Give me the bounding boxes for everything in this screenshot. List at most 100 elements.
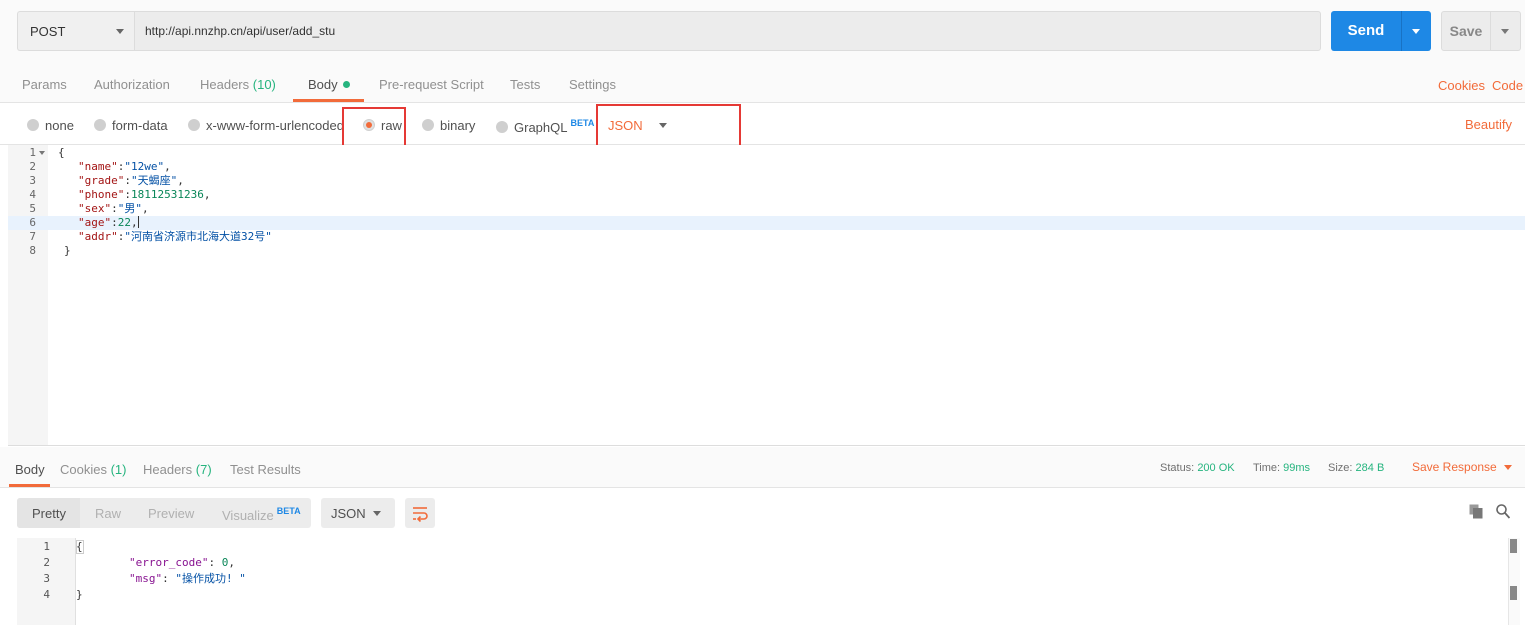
code-line: 5 "sex":"男",	[8, 202, 1525, 216]
view-pretty-button[interactable]: Pretty	[32, 506, 66, 521]
tab-params[interactable]: Params	[22, 77, 67, 92]
code-line: 1 {	[17, 539, 1507, 555]
status-readout: Status: 200 OK	[1160, 462, 1235, 474]
line-number: 1	[29, 146, 36, 159]
code-line: 1 {	[8, 146, 1525, 160]
size-value[interactable]: 284 B	[1356, 462, 1385, 474]
request-tabs: Params Authorization Headers (10) Body P…	[0, 62, 1525, 103]
tab-authorization[interactable]: Authorization	[94, 77, 170, 92]
copy-icon[interactable]	[1469, 504, 1483, 519]
time-readout: Time: 99ms	[1253, 462, 1310, 474]
response-tab-headers[interactable]: Headers (7)	[143, 462, 212, 477]
size-readout: Size: 284 B	[1328, 462, 1384, 474]
response-tab-cookies-label: Cookies	[60, 462, 107, 477]
body-type-row: none form-data x-www-form-urlencoded raw…	[0, 104, 1525, 145]
tab-prerequest-script[interactable]: Pre-request Script	[379, 77, 484, 92]
code-text: "phone":18112531236,	[78, 188, 211, 201]
tab-settings[interactable]: Settings	[569, 77, 616, 92]
cookies-link[interactable]: Cookies	[1438, 78, 1485, 93]
search-icon[interactable]	[1496, 504, 1510, 519]
code-text: "msg": "操作成功! "	[129, 572, 246, 585]
body-type-form-data-label: form-data	[112, 118, 168, 133]
active-tab-indicator	[9, 484, 50, 487]
beautify-link[interactable]: Beautify	[1465, 117, 1512, 132]
code-line: 3 "grade":"天蝎座",	[8, 174, 1525, 188]
line-number: 8	[29, 244, 36, 257]
method-label: POST	[30, 24, 66, 39]
tab-body[interactable]: Body	[308, 77, 350, 92]
annotation-box-json	[596, 104, 741, 149]
chevron-down-icon	[1412, 29, 1420, 34]
send-button[interactable]: Send	[1331, 11, 1401, 51]
view-raw-button[interactable]: Raw	[95, 506, 121, 521]
editor-divider[interactable]	[8, 445, 1525, 446]
response-tab-test-results[interactable]: Test Results	[230, 462, 301, 477]
save-button[interactable]: Save	[1441, 11, 1491, 51]
method-select[interactable]: POST	[17, 11, 134, 51]
tab-body-label: Body	[308, 77, 338, 92]
body-type-graphql[interactable]: GraphQL BETA	[496, 118, 594, 135]
line-number: 4	[29, 188, 36, 201]
save-dropdown-button[interactable]	[1491, 11, 1521, 51]
line-number: 2	[29, 160, 36, 173]
line-number: 3	[29, 174, 36, 187]
response-tab-headers-count: (7)	[195, 462, 212, 477]
body-type-binary[interactable]: binary	[422, 118, 475, 133]
size-label: Size:	[1328, 462, 1353, 474]
body-type-binary-label: binary	[440, 118, 476, 133]
body-type-graphql-label: GraphQL	[514, 120, 568, 135]
response-toolbar: Pretty Raw Preview Visualize BETA JSON	[0, 488, 1525, 538]
tab-headers[interactable]: Headers (10)	[200, 77, 276, 92]
body-type-urlencoded-label: x-www-form-urlencoded	[206, 118, 344, 133]
response-format-select[interactable]: JSON	[321, 498, 395, 528]
active-tab-indicator	[293, 99, 364, 102]
open-brace: {	[58, 146, 65, 159]
code-text: "age":22,	[78, 216, 139, 229]
radio-icon	[27, 119, 39, 131]
response-tab-body[interactable]: Body	[15, 462, 45, 477]
code-link[interactable]: Code	[1492, 78, 1523, 93]
line-number: 7	[29, 230, 36, 243]
line-number: 4	[43, 588, 50, 601]
url-input[interactable]	[134, 11, 1321, 51]
radio-icon	[422, 119, 434, 131]
request-body-editor[interactable]: 1 { 2 "name":"12we", 3 "grade":"天蝎座", 4 …	[8, 145, 1525, 445]
chevron-down-icon	[1503, 465, 1512, 470]
line-number: 3	[43, 572, 50, 585]
body-type-form-data[interactable]: form-data	[94, 118, 168, 133]
code-line: 8 }	[8, 244, 1525, 258]
tab-tests[interactable]: Tests	[510, 77, 540, 92]
response-tab-cookies-count: (1)	[110, 462, 127, 477]
response-tab-headers-label: Headers	[143, 462, 193, 477]
code-line: 7 "addr":"河南省济源市北海大道32号"	[8, 230, 1525, 244]
close-brace: }	[76, 588, 83, 601]
response-tab-cookies[interactable]: Cookies (1)	[60, 462, 126, 477]
view-preview-button[interactable]: Preview	[148, 506, 194, 521]
wrap-lines-button[interactable]	[405, 498, 435, 528]
status-value[interactable]: 200 OK	[1197, 462, 1234, 474]
scrollbar-marker	[1510, 539, 1517, 553]
line-number: 2	[43, 556, 50, 569]
body-type-none-label: none	[45, 118, 74, 133]
code-line: 2 "name":"12we",	[8, 160, 1525, 174]
radio-icon	[94, 119, 106, 131]
open-brace: {	[76, 540, 83, 553]
beta-badge: BETA	[570, 118, 595, 128]
view-visualize-button[interactable]: Visualize BETA	[222, 506, 301, 523]
scrollbar-marker	[1510, 586, 1517, 600]
line-number: 5	[29, 202, 36, 215]
chevron-down-icon	[373, 511, 381, 516]
save-response-button[interactable]: Save Response	[1412, 460, 1512, 474]
code-text: "addr":"河南省济源市北海大道32号"	[78, 230, 272, 243]
body-type-urlencoded[interactable]: x-www-form-urlencoded	[188, 118, 344, 133]
time-value[interactable]: 99ms	[1283, 462, 1310, 474]
radio-icon	[496, 121, 508, 133]
code-text: "name":"12we",	[78, 160, 171, 173]
fold-arrow-icon[interactable]	[39, 151, 45, 155]
send-dropdown-button[interactable]	[1401, 11, 1431, 51]
body-type-none[interactable]: none	[27, 118, 74, 133]
code-text: "sex":"男",	[78, 202, 149, 215]
response-body-viewer[interactable]: 1 { 2 "error_code": 0, 3 "msg": "操作成功! "…	[17, 538, 1520, 625]
response-format-label: JSON	[331, 506, 366, 521]
wrap-lines-icon	[413, 507, 428, 523]
